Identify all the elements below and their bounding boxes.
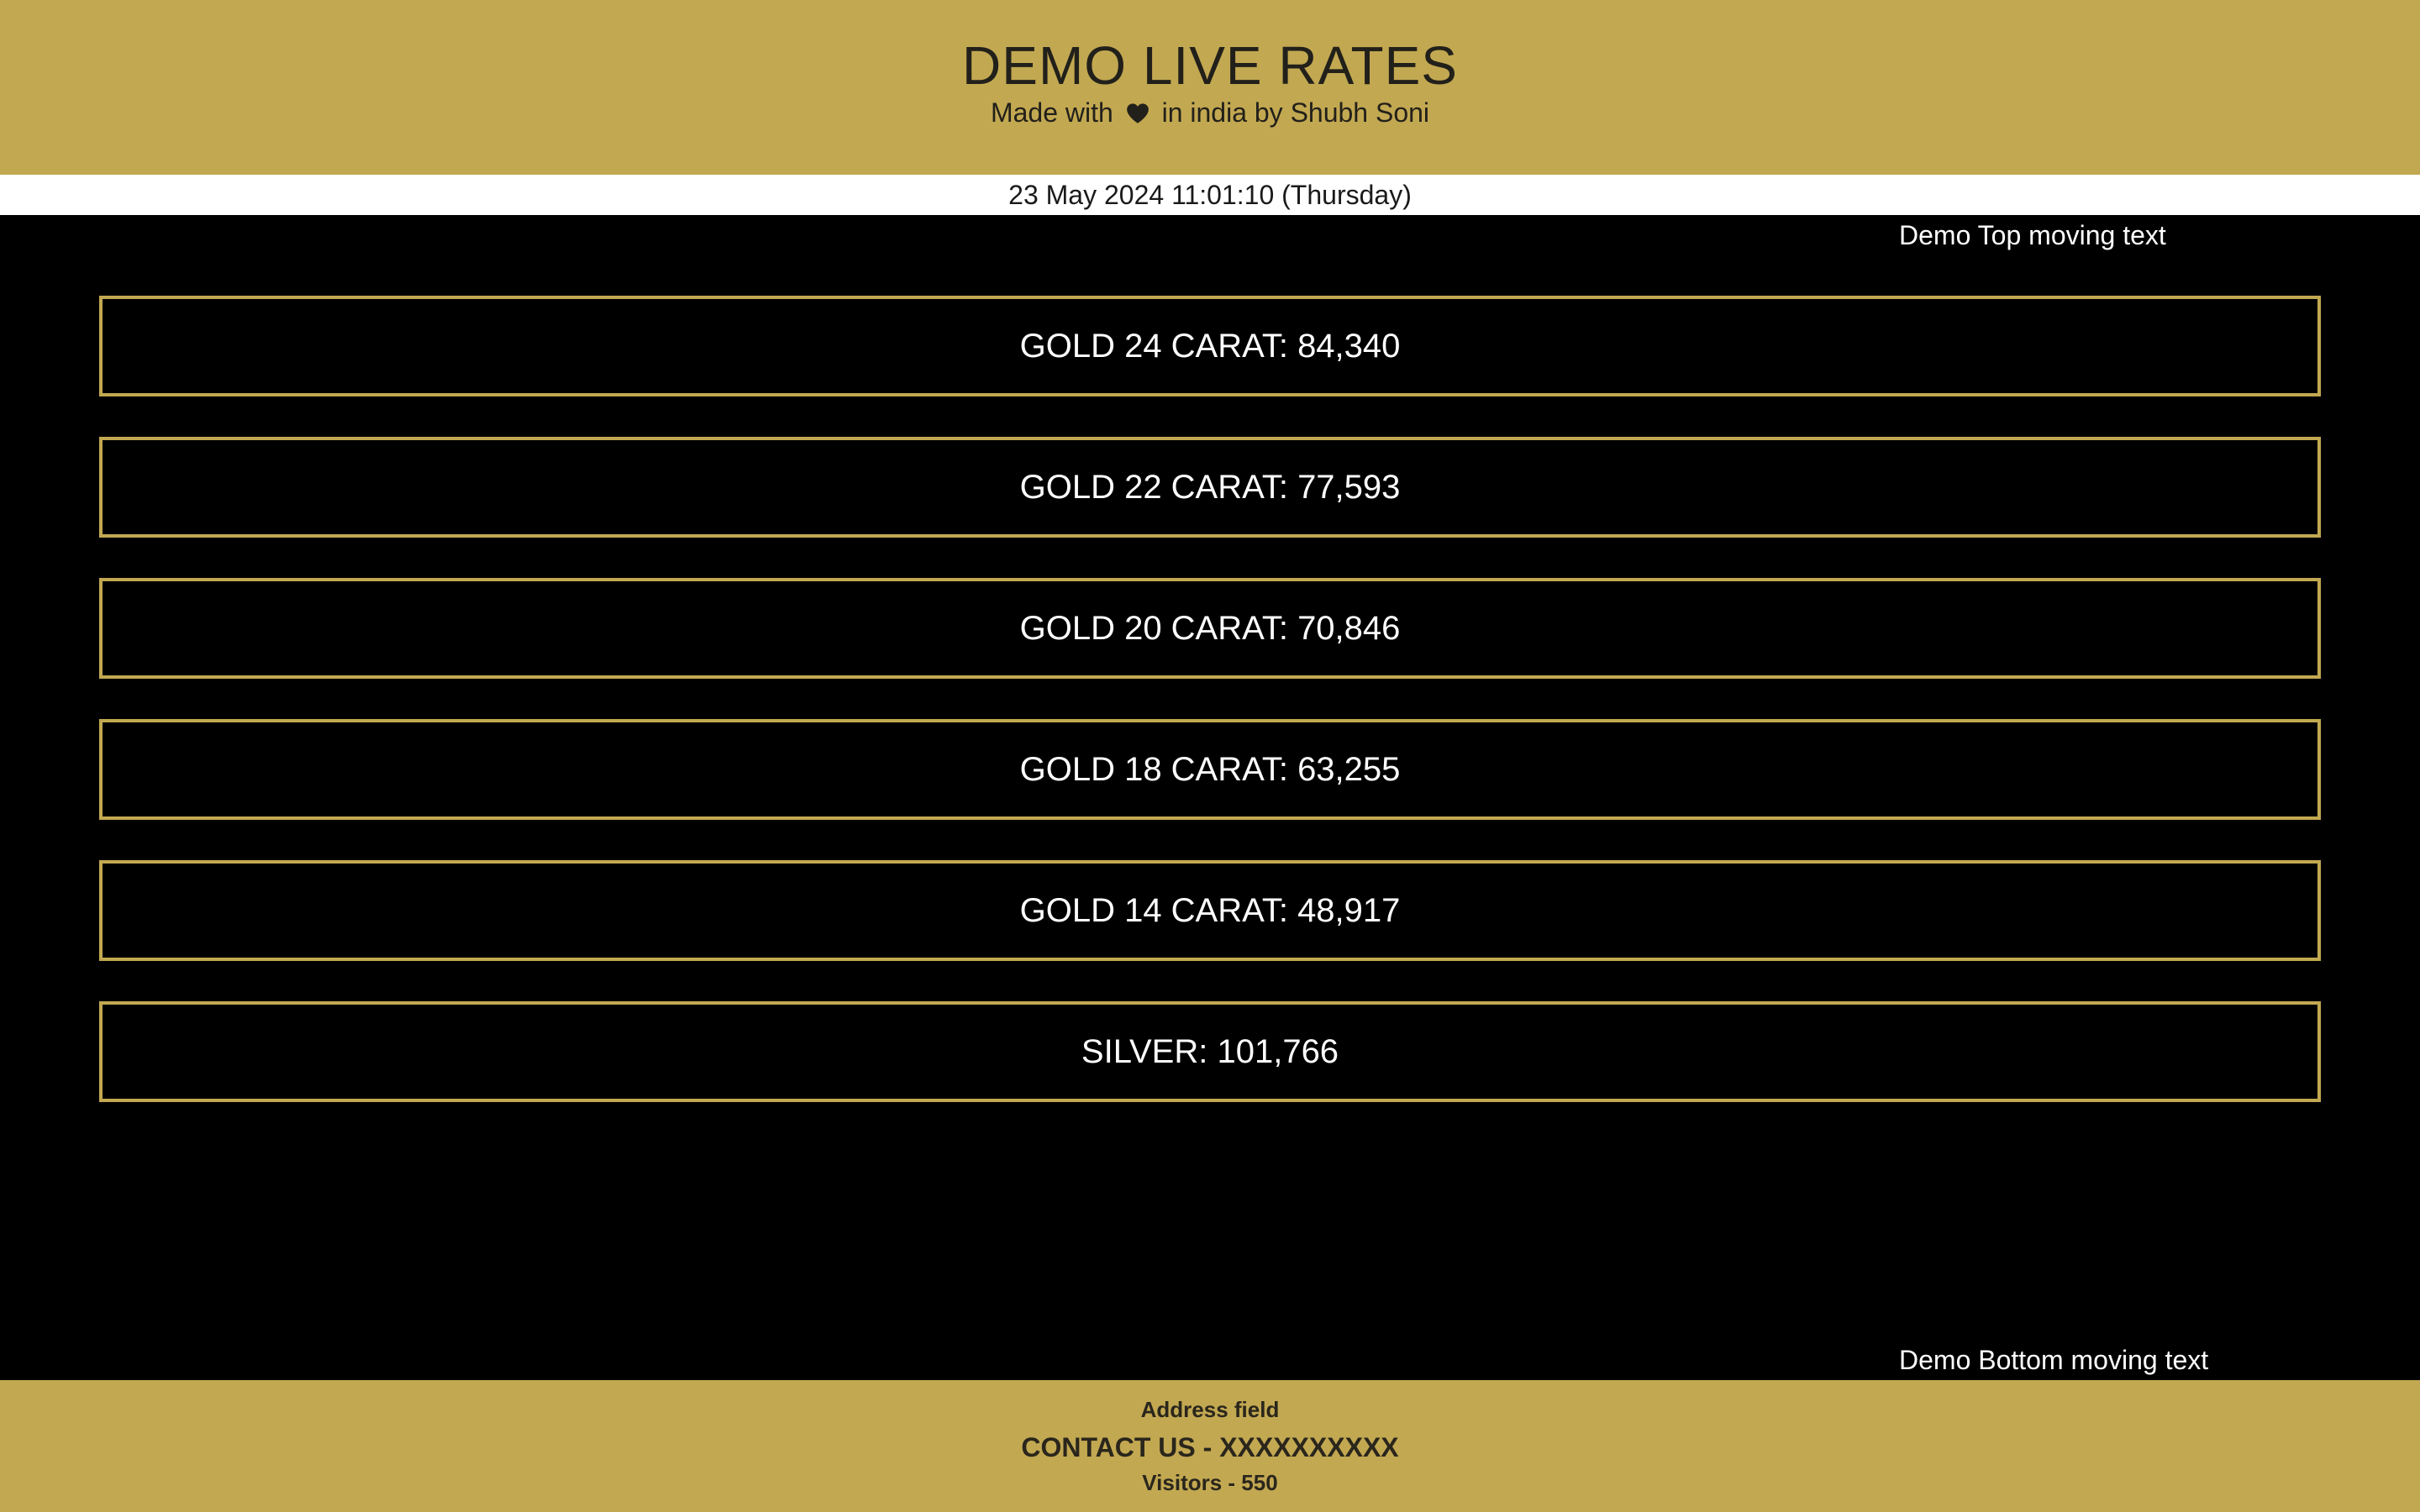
date-time-bar: 23 May 2024 11:01:10 (Thursday) — [0, 175, 2420, 215]
live-rates-page: DEMO LIVE RATES Made with in india by Sh… — [0, 0, 2420, 1512]
address-text: Address field — [1140, 1397, 1280, 1422]
rates-list: GOLD 24 CARAT: 84,340 GOLD 22 CARAT: 77,… — [99, 296, 2321, 1142]
subtitle-prefix: Made with — [990, 97, 1113, 128]
top-moving-text: Demo Top moving text — [1899, 220, 2166, 250]
rate-gold-14: GOLD 14 CARAT: 48,917 — [99, 860, 2321, 961]
rate-silver: SILVER: 101,766 — [99, 1001, 2321, 1102]
heart-icon — [1126, 98, 1150, 123]
page-title: DEMO LIVE RATES — [962, 35, 1458, 96]
rate-gold-22: GOLD 22 CARAT: 77,593 — [99, 437, 2321, 538]
footer-banner: Address field CONTACT US - XXXXXXXXXX Vi… — [0, 1380, 2420, 1512]
page-subtitle: Made with in india by Shubh Soni — [0, 96, 2420, 129]
subtitle-suffix: in india by Shubh Soni — [1161, 97, 1430, 128]
rate-gold-20: GOLD 20 CARAT: 70,846 — [99, 578, 2321, 679]
contact-text: CONTACT US - XXXXXXXXXX — [1021, 1432, 1399, 1462]
header-banner: DEMO LIVE RATES Made with in india by Sh… — [0, 0, 2420, 175]
bottom-moving-text: Demo Bottom moving text — [1899, 1345, 2209, 1375]
rate-gold-18: GOLD 18 CARAT: 63,255 — [99, 719, 2321, 820]
rate-gold-24: GOLD 24 CARAT: 84,340 — [99, 296, 2321, 396]
visitor-count: Visitors - 550 — [1142, 1470, 1278, 1495]
